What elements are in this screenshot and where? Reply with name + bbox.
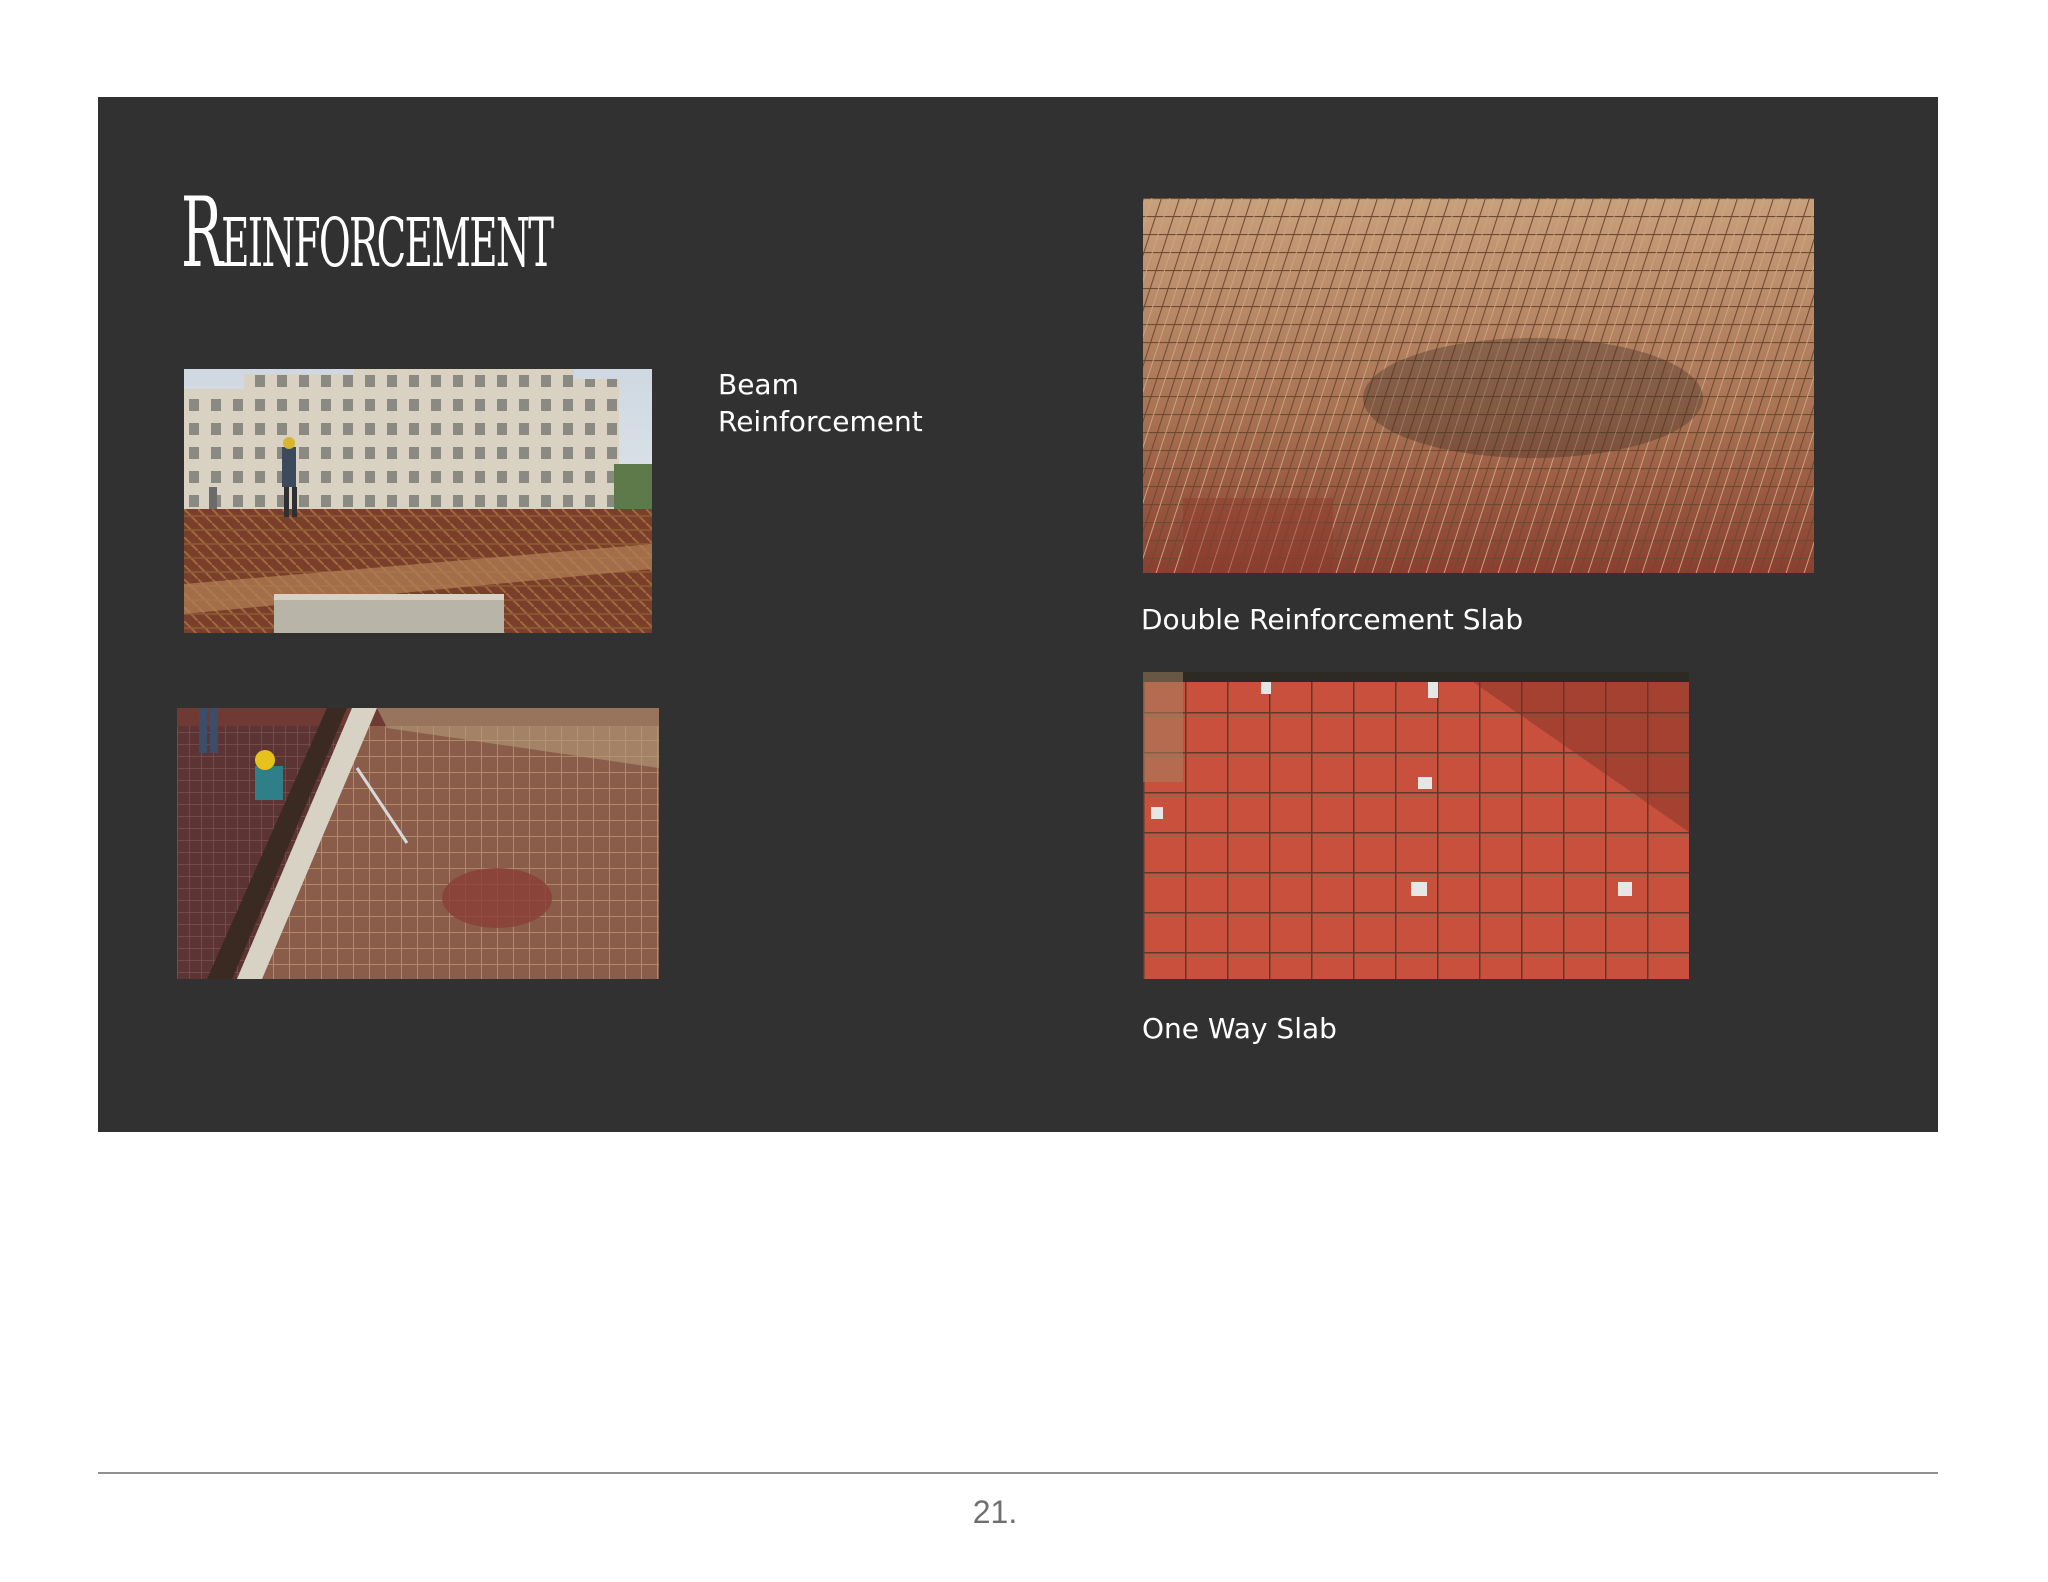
page-number: 21. — [972, 1494, 1018, 1530]
one-way-slab-caption: One Way Slab — [1142, 1012, 1337, 1045]
footer-divider — [98, 1472, 1938, 1474]
slide-panel: Reinforcement Beam Reinforcement Double … — [98, 97, 1938, 1132]
double-slab-caption: Double Reinforcement Slab — [1141, 603, 1524, 636]
slab-worker-photo — [177, 708, 659, 979]
slide-title: Reinforcement — [181, 177, 554, 289]
beam-caption-line-1: Beam — [718, 368, 799, 401]
beam-reinforcement-photo — [184, 369, 652, 633]
double-reinforcement-slab-photo — [1143, 198, 1814, 573]
one-way-slab-photo — [1143, 672, 1689, 979]
beam-caption-line-2: Reinforcement — [718, 405, 923, 438]
beam-reinforcement-caption: Beam Reinforcement — [718, 366, 923, 440]
